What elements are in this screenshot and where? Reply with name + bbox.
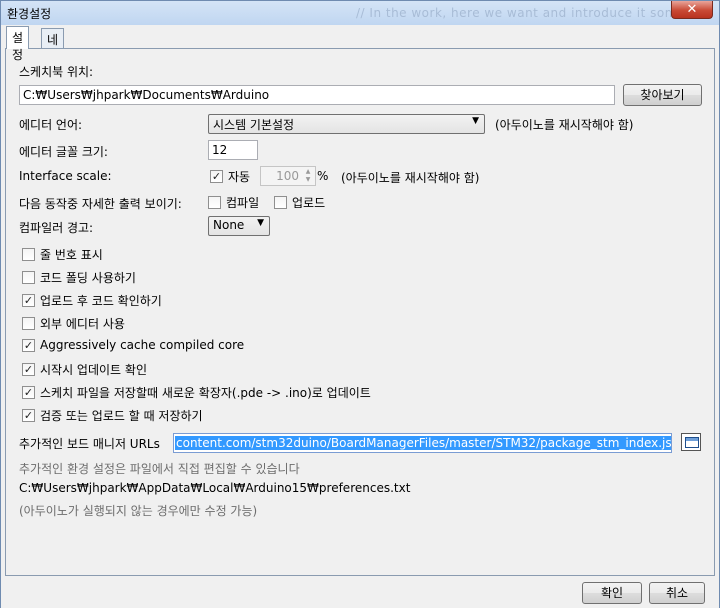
- window-title: 환경설정: [7, 7, 52, 21]
- compiler-warnings-select[interactable]: None ▼: [208, 216, 270, 236]
- sketchbook-label: 스케치북 위치:: [19, 65, 94, 79]
- ok-button[interactable]: 확인: [582, 582, 642, 604]
- option-label: 코드 폴딩 사용하기: [40, 271, 136, 285]
- board-manager-urls-value: content.com/stm32duino/BoardManagerFiles…: [175, 436, 671, 450]
- check-icon: ✓: [22, 409, 35, 422]
- editor-language-select[interactable]: 시스템 기본설정 ▼: [208, 114, 485, 134]
- tab-settings[interactable]: 설정: [6, 26, 30, 62]
- close-button[interactable]: ✕: [671, 1, 713, 19]
- option-update-extension[interactable]: ✓ 스케치 파일을 저장할때 새로운 확장자(.pde -> .ino)로 업데…: [22, 384, 371, 401]
- chevron-down-icon: ▼: [472, 116, 479, 126]
- check-icon: ✓: [22, 363, 35, 376]
- title-bar[interactable]: 환경설정 // In the work, here we want and in…: [1, 1, 719, 25]
- scale-unit: %: [317, 169, 329, 183]
- check-icon: ✓: [22, 338, 35, 352]
- option-label: Aggressively cache compiled core: [40, 338, 245, 352]
- check-icon: ✓: [210, 170, 223, 183]
- verbose-compile-label: 컴파일: [226, 196, 260, 210]
- editor-language-note: (아두이노를 재시작해야 함): [495, 118, 634, 132]
- font-size-input[interactable]: 12: [208, 140, 258, 160]
- scale-spinner[interactable]: 100 ▲ ▼: [260, 166, 316, 186]
- settings-panel: 스케치북 위치: C:₩Users₩jhpark₩Documents₩Ardui…: [5, 48, 715, 576]
- dialog-footer: 확인 취소: [1, 577, 719, 608]
- option-cache-core[interactable]: ✓ Aggressively cache compiled core: [22, 338, 244, 352]
- editor-language-label: 에디터 언어:: [19, 118, 83, 132]
- font-size-label: 에디터 글꼴 크기:: [19, 145, 108, 159]
- cancel-button[interactable]: 취소: [649, 582, 705, 604]
- verbose-upload-checkbox[interactable]: 업로드: [274, 194, 325, 211]
- preferences-window: 환경설정 // In the work, here we want and in…: [0, 0, 720, 608]
- option-label: 스케치 파일을 저장할때 새로운 확장자(.pde -> .ino)로 업데이트: [40, 386, 371, 400]
- chevron-down-icon: ▼: [257, 218, 264, 228]
- interface-scale-label: Interface scale:: [19, 169, 112, 183]
- auto-scale-checkbox[interactable]: ✓ 자동: [210, 168, 250, 185]
- option-label: 줄 번호 표시: [40, 248, 103, 262]
- auto-scale-label: 자동: [228, 170, 251, 184]
- verbose-output-label: 다음 동작중 자세한 출력 보이기:: [19, 197, 182, 211]
- option-show-line-numbers[interactable]: 줄 번호 표시: [22, 246, 103, 263]
- verbose-upload-label: 업로드: [292, 196, 326, 210]
- spinner-arrows-icon[interactable]: ▲ ▼: [302, 168, 314, 184]
- option-save-on-verify[interactable]: ✓ 검증 또는 업로드 할 때 저장하기: [22, 407, 203, 424]
- check-icon: ✓: [22, 386, 35, 399]
- option-check-updates[interactable]: ✓ 시작시 업데이트 확인: [22, 361, 147, 378]
- more-preferences-text: 추가적인 환경 설정은 파일에서 직접 편집할 수 있습니다: [19, 462, 300, 476]
- option-label: 검증 또는 업로드 할 때 저장하기: [40, 409, 203, 423]
- verbose-compile-checkbox[interactable]: 컴파일: [208, 194, 259, 211]
- option-code-folding[interactable]: 코드 폴딩 사용하기: [22, 269, 136, 286]
- compiler-warnings-label: 컴파일러 경고:: [19, 221, 94, 235]
- preferences-file-path[interactable]: C:₩Users₩jhpark₩AppData₩Local₩Arduino15₩…: [19, 481, 410, 495]
- url-list-editor-icon[interactable]: [681, 433, 701, 451]
- editor-language-value: 시스템 기본설정: [213, 118, 295, 132]
- edit-note-text: (아두이노가 실행되지 않는 경우에만 수정 가능): [19, 504, 258, 518]
- browse-button[interactable]: 찾아보기: [623, 84, 702, 106]
- tab-network[interactable]: 네트워크: [41, 28, 65, 98]
- option-label: 시작시 업데이트 확인: [40, 363, 147, 377]
- option-verify-after-upload[interactable]: ✓ 업로드 후 코드 확인하기: [22, 292, 162, 309]
- board-manager-urls-input[interactable]: content.com/stm32duino/BoardManagerFiles…: [173, 433, 672, 453]
- sketchbook-path-input[interactable]: C:₩Users₩jhpark₩Documents₩Arduino: [19, 85, 615, 105]
- check-icon: ✓: [22, 294, 35, 307]
- interface-scale-note: (아두이노를 재시작해야 함): [341, 171, 480, 185]
- option-label: 업로드 후 코드 확인하기: [40, 294, 162, 308]
- compiler-warnings-value: None: [213, 218, 245, 232]
- scale-value: 100: [276, 169, 299, 183]
- option-external-editor[interactable]: 외부 에디터 사용: [22, 315, 125, 332]
- background-editor-text: // In the work, here we want and introdu…: [356, 6, 685, 20]
- board-manager-label: 추가적인 보드 매니저 URLs: [19, 437, 160, 451]
- option-label: 외부 에디터 사용: [40, 317, 125, 331]
